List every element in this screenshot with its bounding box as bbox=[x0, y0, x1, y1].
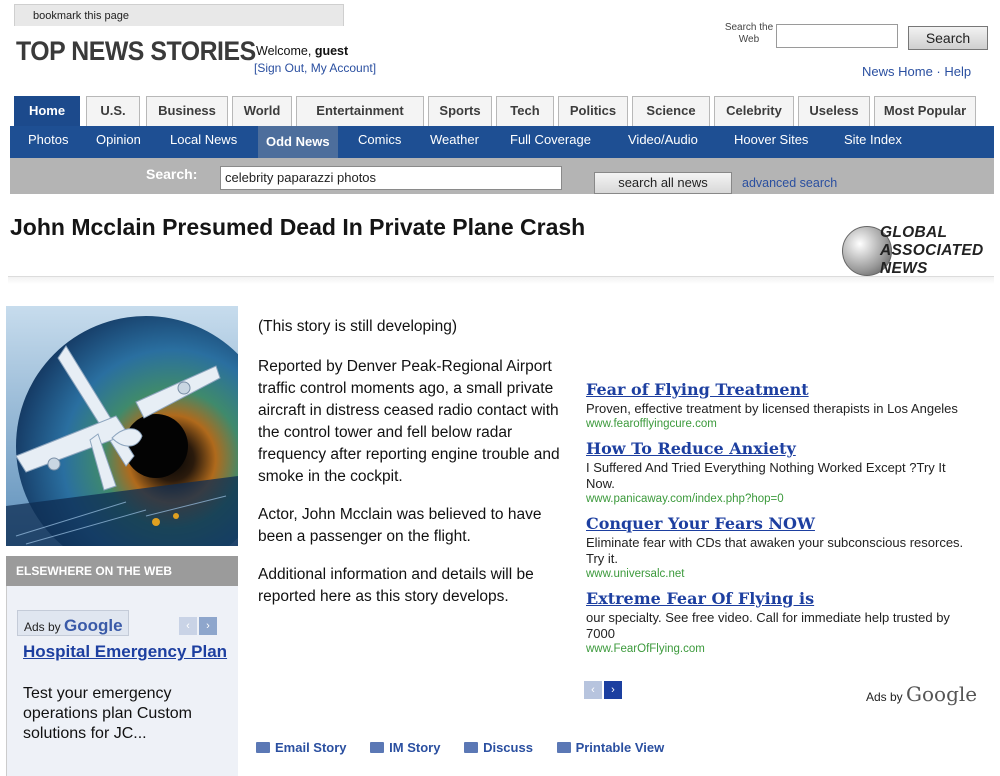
sidebar-ad-description: Test your emergency operations plan Cust… bbox=[23, 685, 192, 742]
global-associated-news-logo: GLOBAL ASSOCIATED NEWS bbox=[842, 222, 998, 284]
tab-science[interactable]: Science bbox=[632, 96, 710, 126]
subnav-odd-news[interactable]: Odd News bbox=[258, 126, 338, 158]
tab-useless[interactable]: Useless bbox=[798, 96, 870, 126]
ad-item: How To Reduce Anxiety I Suffered And Tri… bbox=[586, 439, 976, 505]
elsewhere-ad-pager: ‹ › bbox=[179, 616, 219, 635]
discuss-link[interactable]: Discuss bbox=[464, 740, 533, 755]
story-paragraph: Additional information and details will … bbox=[258, 566, 534, 605]
search-label: Search: bbox=[146, 166, 198, 182]
tab-politics[interactable]: Politics bbox=[558, 96, 628, 126]
ad-item: Fear of Flying Treatment Proven, effecti… bbox=[586, 380, 976, 430]
article-headline: John Mcclain Presumed Dead In Private Pl… bbox=[10, 214, 586, 240]
username: guest bbox=[314, 44, 349, 58]
ads-pager: ‹ › bbox=[584, 680, 624, 699]
welcome-message: Welcome, guest bbox=[256, 44, 349, 58]
ad-item: Extreme Fear Of Flying is our specialty.… bbox=[586, 589, 976, 655]
tab-home[interactable]: Home bbox=[14, 96, 80, 128]
subnav-local-news[interactable]: Local News bbox=[170, 132, 237, 147]
discuss-icon bbox=[464, 742, 479, 753]
advanced-search-link[interactable]: advanced search bbox=[742, 176, 837, 190]
chevron-left-icon[interactable]: ‹ bbox=[584, 681, 602, 699]
ad-title[interactable]: Conquer Your Fears NOW bbox=[586, 514, 976, 533]
ad-title[interactable]: How To Reduce Anxiety bbox=[586, 439, 976, 458]
subnav-site-index[interactable]: Site Index bbox=[844, 132, 902, 147]
subnav-video-audio[interactable]: Video/Audio bbox=[628, 132, 698, 147]
section-tabs: Home U.S. Business World Entertainment S… bbox=[14, 96, 994, 130]
subnav-opinion[interactable]: Opinion bbox=[96, 132, 141, 147]
ad-title[interactable]: Extreme Fear Of Flying is bbox=[586, 589, 976, 608]
subnav-weather[interactable]: Weather bbox=[430, 132, 479, 147]
ad-body: I Suffered And Tried Everything Nothing … bbox=[586, 460, 946, 491]
elsewhere-heading: ELSEWHERE ON THE WEB bbox=[6, 556, 238, 586]
email-story-link[interactable]: Email Story bbox=[256, 740, 347, 755]
ad-item: Conquer Your Fears NOW Eliminate fear wi… bbox=[586, 514, 976, 580]
subnav-comics[interactable]: Comics bbox=[358, 132, 401, 147]
news-search-bar: Search: celebrity paparazzi photos searc… bbox=[10, 158, 994, 194]
story-image bbox=[6, 306, 238, 546]
email-icon bbox=[256, 742, 270, 753]
search-all-news-button[interactable]: search all news bbox=[594, 172, 732, 194]
site-logo[interactable]: TOP NEWS STORIES bbox=[16, 36, 256, 67]
printer-icon bbox=[556, 742, 571, 753]
search-web-input[interactable] bbox=[776, 24, 898, 48]
subnav-hoover-sites[interactable]: Hoover Sites bbox=[734, 132, 808, 147]
story-paragraph: Actor, John Mcclain was believed to have… bbox=[258, 506, 542, 545]
printable-view-link[interactable]: Printable View bbox=[556, 740, 664, 755]
ad-title[interactable]: Fear of Flying Treatment bbox=[586, 380, 976, 399]
story-paragraph: Reported by Denver Peak-Regional Airport… bbox=[258, 358, 560, 485]
subnav-photos[interactable]: Photos bbox=[28, 132, 68, 147]
article-actions: Email Story IM Story Discuss Printable V… bbox=[256, 740, 684, 755]
ad-url[interactable]: www.FearOfFlying.com bbox=[586, 643, 976, 655]
ad-url[interactable]: www.fearofflyingcure.com bbox=[586, 418, 976, 430]
ad-body: Eliminate fear with CDs that awaken your… bbox=[586, 535, 964, 566]
sub-navigation: Photos Opinion Local News Odd News Comic… bbox=[10, 126, 994, 158]
tab-entertainment[interactable]: Entertainment bbox=[296, 96, 424, 126]
news-home-help-links[interactable]: News Home · Help bbox=[862, 64, 971, 79]
tab-celebrity[interactable]: Celebrity bbox=[714, 96, 794, 126]
bookmark-link[interactable]: bookmark this page bbox=[14, 4, 344, 26]
tab-us[interactable]: U.S. bbox=[86, 96, 140, 126]
story-note: (This story is still developing) bbox=[258, 318, 457, 335]
search-web-label: Search the Web bbox=[724, 22, 774, 45]
source-name: GLOBAL ASSOCIATED NEWS bbox=[880, 224, 984, 277]
subnav-full-coverage[interactable]: Full Coverage bbox=[510, 132, 591, 147]
ad-body: Proven, effective treatment by licensed … bbox=[586, 401, 958, 416]
ad-url[interactable]: www.universalc.net bbox=[586, 568, 976, 580]
news-search-input[interactable]: celebrity paparazzi photos bbox=[220, 166, 562, 190]
tab-sports[interactable]: Sports bbox=[428, 96, 492, 126]
elsewhere-ad-box: Ads by Google ‹ › Hospital Emergency Plan… bbox=[6, 586, 238, 776]
tab-tech[interactable]: Tech bbox=[496, 96, 554, 126]
chat-icon bbox=[370, 742, 385, 753]
article-body: (This story is still developing) Reporte… bbox=[258, 316, 570, 624]
tab-most-popular[interactable]: Most Popular bbox=[874, 96, 976, 126]
account-links[interactable]: [Sign Out, My Account] bbox=[254, 61, 376, 75]
chevron-right-icon[interactable]: › bbox=[604, 681, 622, 699]
im-story-link[interactable]: IM Story bbox=[370, 740, 440, 755]
tab-business[interactable]: Business bbox=[146, 96, 228, 126]
ad-url[interactable]: www.panicaway.com/index.php?hop=0 bbox=[586, 493, 976, 505]
ad-body: our specialty. See free video. Call for … bbox=[586, 610, 950, 641]
chevron-left-icon[interactable]: ‹ bbox=[179, 617, 197, 635]
search-web-button[interactable]: Search bbox=[908, 26, 988, 50]
tab-world[interactable]: World bbox=[232, 96, 292, 126]
chevron-right-icon[interactable]: › bbox=[199, 617, 217, 635]
sidebar-ad-title[interactable]: Hospital Emergency Plan bbox=[23, 642, 233, 662]
sponsored-ads: Fear of Flying Treatment Proven, effecti… bbox=[586, 380, 976, 664]
ads-by-google-badge[interactable]: Ads by Google bbox=[17, 610, 129, 636]
ads-by-google-footer[interactable]: Ads by Google bbox=[866, 682, 977, 706]
